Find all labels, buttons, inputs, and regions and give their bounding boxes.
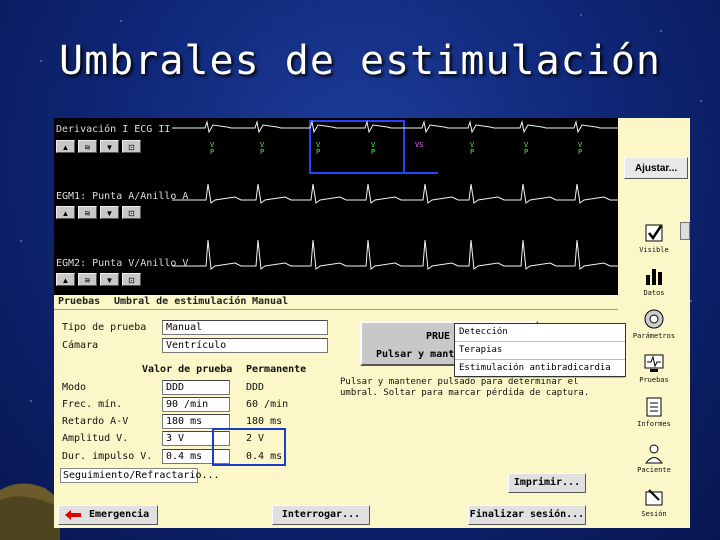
interrogate-button[interactable]: Interrogar...: [272, 505, 370, 525]
checkbox-icon: [645, 224, 663, 242]
scale-icon[interactable]: ≋: [78, 140, 97, 153]
emergency-arrow-icon: [65, 510, 81, 520]
report-icon: [646, 397, 662, 417]
monitor-icon: [644, 354, 664, 372]
menu-bar: Pruebas Umbral de estimulación Manual: [54, 295, 618, 310]
arrow-up-icon[interactable]: ▲: [56, 273, 75, 286]
test-type-label: Tipo de prueba: [62, 322, 147, 333]
dropdown-item-detection[interactable]: Detección: [455, 324, 625, 342]
pacing-marker: VP: [210, 141, 215, 156]
tool-label: Paciente: [637, 466, 671, 474]
ecg-waveform: [172, 183, 618, 204]
tool-data[interactable]: Datos: [620, 265, 688, 297]
pacing-marker: VP: [470, 141, 475, 156]
arrow-up-icon[interactable]: ▲: [56, 206, 75, 219]
chamber-field[interactable]: Ventrículo: [162, 338, 328, 353]
end-session-button[interactable]: Finalizar sesión...: [468, 505, 586, 525]
tool-label: Datos: [643, 289, 665, 297]
ecg-channel-3-controls: ▲ ≋ ▼ ⊡: [56, 273, 141, 287]
mode-test-field[interactable]: DDD: [162, 380, 230, 395]
arrow-up-icon[interactable]: ▲: [56, 140, 75, 153]
ecg-waveform: [172, 120, 618, 134]
row-label: Dur. impulso V.: [62, 451, 153, 462]
min-rate-permanent-value: 60 /min: [246, 399, 289, 410]
row-label: Modo: [62, 382, 87, 393]
parameters-icon: [644, 309, 664, 329]
slide-title: Umbrales de estimulación: [59, 38, 661, 84]
freeze-icon[interactable]: ⊡: [122, 206, 141, 219]
ecg-channel-3-label: EGM2: Punta V/Anillo V: [56, 258, 189, 269]
arrow-down-icon[interactable]: ▼: [100, 273, 119, 286]
dropdown-item-therapies[interactable]: Terapias: [455, 342, 625, 360]
row-label: Amplitud V.: [62, 433, 129, 444]
ecg-channel-1-label: Derivación I ECG II: [56, 124, 171, 135]
scale-icon[interactable]: ≋: [78, 273, 97, 286]
patient-icon: [645, 444, 663, 464]
emergency-label: Emergencia: [89, 509, 150, 520]
adjust-button[interactable]: Ajustar...: [624, 157, 688, 179]
tool-label: Parámetros: [632, 332, 676, 340]
session-icon: [645, 489, 663, 506]
arrow-down-icon[interactable]: ▼: [100, 206, 119, 219]
av-delay-test-field[interactable]: 180 ms: [162, 414, 230, 429]
menu-item-manual[interactable]: Manual: [252, 296, 288, 307]
ecg-channel-1-controls: ▲ ≋ ▼ ⊡: [56, 140, 141, 154]
tool-label: Sesión: [641, 510, 667, 518]
arrow-down-icon[interactable]: ▼: [100, 140, 119, 153]
ecg-channel-2-label: EGM1: Punta A/Anillo A: [56, 191, 189, 202]
test-value-header: Valor de prueba: [142, 364, 233, 375]
tool-tests[interactable]: Pruebas: [620, 352, 688, 384]
print-button[interactable]: Imprimir...: [508, 473, 586, 493]
freeze-icon[interactable]: ⊡: [122, 273, 141, 286]
mode-permanent-value: DDD: [246, 382, 265, 393]
landscape-decoration: [0, 483, 60, 540]
dropdown-item-brady-pacing[interactable]: Estimulación antibradicardia: [455, 360, 625, 378]
ecg-panel: Derivación I ECG II ▲ ≋ ▼ ⊡ EGM1: Punta …: [54, 118, 618, 295]
pacing-marker: VP: [260, 141, 265, 156]
tool-label: Visible: [639, 246, 669, 254]
min-rate-test-field[interactable]: 90 /min: [162, 397, 230, 412]
pacing-marker: VP: [578, 141, 583, 156]
chamber-label: Cámara: [62, 340, 99, 351]
tool-parameters[interactable]: Parámetros: [620, 308, 688, 340]
sensing-marker: VS: [415, 141, 424, 149]
ecg-waveform: [172, 239, 618, 270]
test-type-field[interactable]: Manual: [162, 320, 328, 335]
permanent-header: Permanente: [246, 364, 307, 375]
tool-visible[interactable]: Visible: [620, 222, 688, 254]
row-label: Retardo A-V: [62, 416, 129, 427]
menu-item-tests[interactable]: Pruebas: [58, 296, 100, 307]
follow-refractory-button[interactable]: Seguimiento/Refractario...: [60, 468, 220, 483]
pacing-marker: VP: [371, 141, 376, 156]
tool-patient[interactable]: Paciente: [620, 442, 688, 474]
tool-reports[interactable]: Informes: [620, 396, 688, 428]
test-button-line2: Pulsar y mant: [376, 349, 455, 360]
menu-item-threshold[interactable]: Umbral de estimulación: [114, 296, 246, 307]
pacing-marker: VP: [524, 141, 529, 156]
highlight-box: [212, 428, 286, 466]
tool-label: Informes: [637, 420, 671, 428]
ecg-selection-box: [309, 120, 405, 174]
pacing-marker: VP: [316, 141, 321, 156]
emergency-button[interactable]: Emergencia: [58, 505, 158, 525]
ecg-channel-2-controls: ▲ ≋ ▼ ⊡: [56, 206, 141, 220]
row-label: Frec. mín.: [62, 399, 123, 410]
threshold-test-form: Pruebas Umbral de estimulación Manual Ti…: [54, 295, 626, 528]
test-button-line1: PRUE: [426, 331, 451, 342]
tool-label: Pruebas: [639, 376, 669, 384]
tool-session[interactable]: Sesión: [620, 486, 688, 518]
navigation-dropdown: Detección Terapias Estimulación antibrad…: [454, 323, 626, 378]
bar-chart-icon: [646, 269, 662, 285]
instructions-text: Pulsar y mantener pulsado para determina…: [340, 377, 590, 398]
freeze-icon[interactable]: ⊡: [122, 140, 141, 153]
av-delay-permanent-value: 180 ms: [246, 416, 283, 427]
scale-icon[interactable]: ≋: [78, 206, 97, 219]
